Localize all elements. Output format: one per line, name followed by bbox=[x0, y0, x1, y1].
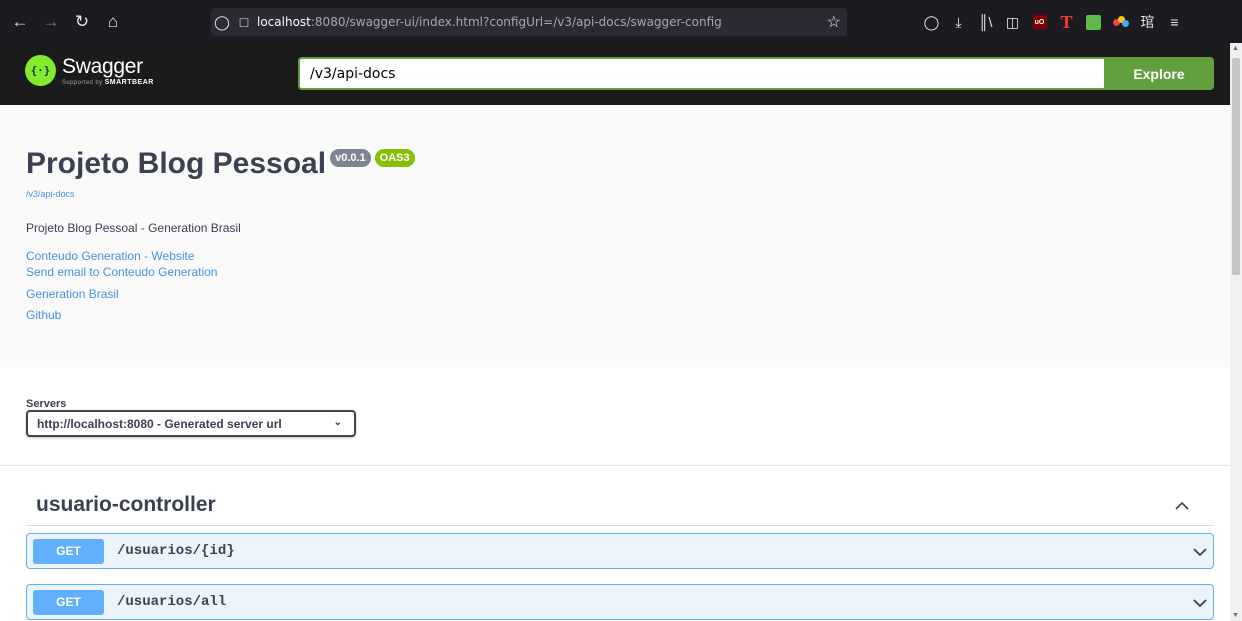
chevron-up-icon[interactable] bbox=[1174, 498, 1190, 514]
url-path: :8080/swagger-ui/index.html?configUrl=/v… bbox=[310, 15, 722, 29]
bookmark-star-icon[interactable]: ☆ bbox=[827, 12, 841, 32]
chevron-down-icon[interactable] bbox=[1191, 594, 1209, 612]
servers-select[interactable]: http://localhost:8080 - Generated server… bbox=[26, 410, 356, 437]
explore-button[interactable]: Explore bbox=[1104, 57, 1214, 90]
tracking-shield-icon[interactable]: ◯ bbox=[211, 14, 233, 31]
api-info-section: Projeto Blog Pessoal v0.0.1 OAS3 /v3/api… bbox=[0, 105, 1230, 367]
operation-path: /usuarios/all bbox=[117, 594, 227, 610]
servers-selected-value: http://localhost:8080 - Generated server… bbox=[37, 416, 282, 431]
website-link[interactable]: Conteudo Generation - Website bbox=[26, 249, 195, 263]
logo-supported-by: Supported by bbox=[62, 80, 103, 86]
ublock-icon[interactable]: uO bbox=[1026, 8, 1053, 36]
forward-icon[interactable]: → bbox=[37, 8, 65, 36]
address-url[interactable]: localhost:8080/swagger-ui/index.html?con… bbox=[257, 15, 722, 29]
scroll-up-icon[interactable]: ▲ bbox=[1232, 45, 1239, 52]
scrollbar-thumb[interactable] bbox=[1232, 58, 1240, 275]
logo-subtitle: Supported by SMARTBEAR bbox=[62, 79, 154, 87]
extension-dots-icon[interactable] bbox=[1107, 8, 1134, 36]
swagger-logo-text: Swagger Supported by SMARTBEAR bbox=[62, 55, 154, 87]
translate-icon[interactable]: 琯 bbox=[1134, 8, 1161, 36]
url-host: localhost bbox=[257, 15, 311, 29]
oas-badge: OAS3 bbox=[374, 149, 415, 167]
servers-label: Servers bbox=[26, 398, 67, 410]
version-badge: v0.0.1 bbox=[330, 149, 371, 167]
api-description: Projeto Blog Pessoal - Generation Brasil bbox=[26, 221, 241, 235]
home-icon[interactable]: ⌂ bbox=[99, 8, 127, 36]
logo-brand: SMARTBEAR bbox=[104, 79, 154, 86]
download-icon[interactable]: ⤓ bbox=[945, 8, 972, 36]
operation-row[interactable]: GET /usuarios/all bbox=[26, 584, 1214, 620]
external-docs-link[interactable]: Github bbox=[26, 308, 61, 322]
browser-tools: ◯ ⤓ ║\ ◫ uO T 琯 ≡ bbox=[918, 8, 1188, 36]
swagger-logo-icon: {·} bbox=[25, 55, 56, 86]
page-scrollbar[interactable]: ▲ ▼ bbox=[1230, 43, 1242, 621]
chevron-down-icon: ⌄ bbox=[333, 417, 342, 428]
reload-icon[interactable]: ↻ bbox=[68, 8, 96, 36]
license-link[interactable]: Generation Brasil bbox=[26, 287, 119, 301]
email-link[interactable]: Send email to Conteudo Generation bbox=[26, 265, 217, 279]
chevron-down-icon[interactable] bbox=[1191, 543, 1209, 561]
page-title: Projeto Blog Pessoal bbox=[26, 147, 327, 180]
extension-t-icon[interactable]: T bbox=[1053, 8, 1080, 36]
method-badge: GET bbox=[33, 589, 104, 615]
menu-icon[interactable]: ≡ bbox=[1161, 8, 1188, 36]
method-badge: GET bbox=[33, 538, 104, 564]
title-row: Projeto Blog Pessoal v0.0.1 OAS3 bbox=[26, 145, 415, 183]
library-icon[interactable]: ║\ bbox=[972, 8, 999, 36]
browser-toolbar: ← → ↻ ⌂ ◯ □ localhost:8080/swagger-ui/in… bbox=[0, 0, 1242, 43]
logo-name: Swagger bbox=[62, 55, 143, 78]
operation-row[interactable]: GET /usuarios/{id} bbox=[26, 533, 1214, 569]
spec-url-input[interactable] bbox=[298, 57, 1104, 90]
controller-header[interactable]: usuario-controller bbox=[26, 488, 1214, 526]
swagger-logo[interactable]: {·} Swagger Supported by SMARTBEAR bbox=[25, 55, 154, 87]
page-icon[interactable]: □ bbox=[233, 14, 255, 30]
operation-path: /usuarios/{id} bbox=[117, 543, 235, 559]
pocket-icon[interactable]: ◯ bbox=[918, 8, 945, 36]
controller-name: usuario-controller bbox=[36, 493, 216, 516]
sidebar-icon[interactable]: ◫ bbox=[999, 8, 1026, 36]
navigation-buttons: ← → ↻ ⌂ bbox=[6, 8, 127, 36]
extension-green-icon[interactable] bbox=[1080, 8, 1107, 36]
spec-url-link[interactable]: /v3/api-docs bbox=[26, 189, 75, 199]
scroll-down-icon[interactable]: ▼ bbox=[1232, 612, 1239, 619]
section-divider bbox=[0, 465, 1230, 466]
address-bar[interactable]: ◯ □ localhost:8080/swagger-ui/index.html… bbox=[211, 8, 847, 36]
back-icon[interactable]: ← bbox=[6, 8, 34, 36]
